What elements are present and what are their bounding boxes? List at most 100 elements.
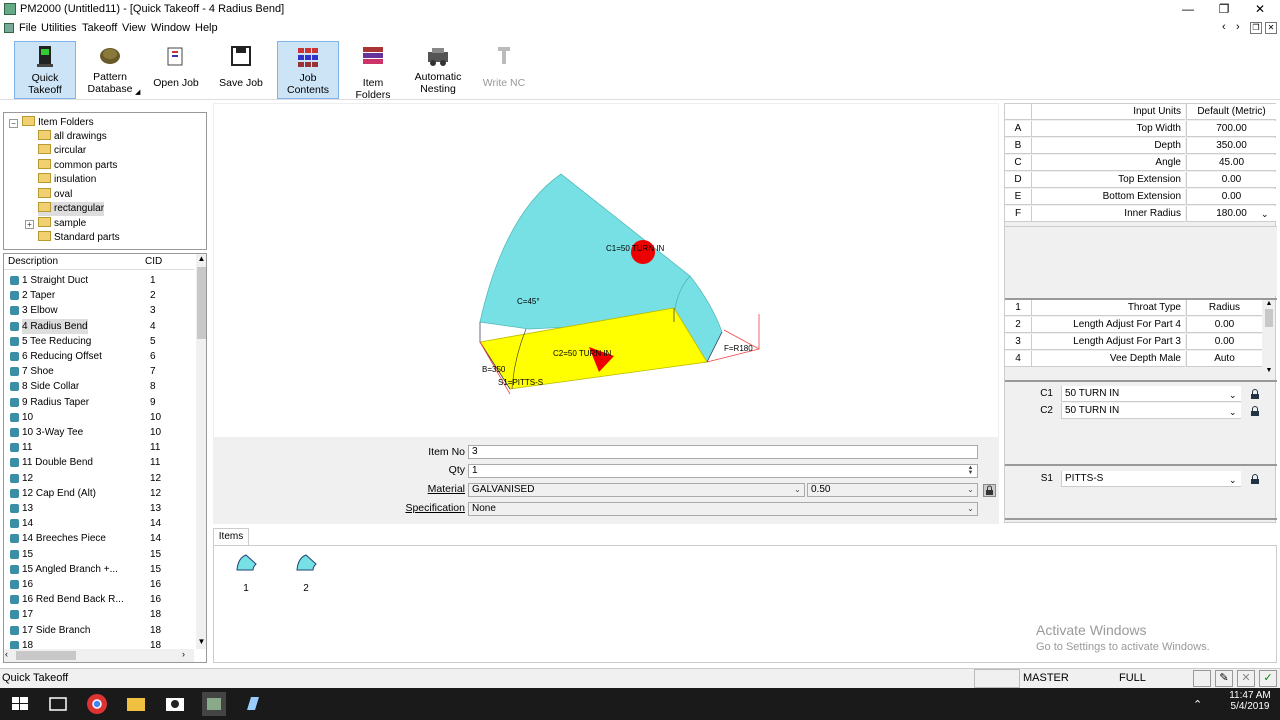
list-item[interactable]: 15 15 xyxy=(4,547,194,562)
gauge-select[interactable]: 0.50 ⌄ xyxy=(807,483,978,497)
camera-app-icon[interactable] xyxy=(163,692,187,716)
drawing-viewport[interactable]: C1=50 TURN IN C=45° C2=50 TURN IN F=R180… xyxy=(213,103,999,438)
list-item[interactable]: 12 12 xyxy=(4,471,194,486)
input-units-value[interactable]: Default (Metric) xyxy=(1186,104,1276,120)
scroll-down-icon[interactable]: ▼ xyxy=(1263,367,1275,374)
material-label[interactable]: Material xyxy=(395,483,465,495)
tree-item-insulation[interactable]: insulation xyxy=(38,173,96,187)
lock-icon[interactable] xyxy=(1249,388,1261,400)
quick-takeoff-button[interactable]: Quick Takeoff xyxy=(14,41,76,99)
property-value[interactable]: Auto xyxy=(1186,351,1262,367)
cancel-icon[interactable]: ✕ xyxy=(1237,670,1255,687)
list-item[interactable]: 11 11 xyxy=(4,440,194,455)
property-value[interactable]: 0.00 xyxy=(1186,172,1276,188)
write-nc-button[interactable]: Write NC xyxy=(476,41,532,99)
item-no-input[interactable]: 3 xyxy=(468,445,978,459)
confirm-check-icon[interactable]: ✓ xyxy=(1259,670,1277,687)
menu-view[interactable]: View xyxy=(122,22,146,34)
list-item[interactable]: 2 Taper 2 xyxy=(4,288,194,303)
list-item[interactable]: 8 Side Collar 8 xyxy=(4,379,194,394)
property-value[interactable]: Radius xyxy=(1186,300,1262,316)
document-icon[interactable] xyxy=(4,23,14,33)
item-thumbnail-1[interactable]: 1 xyxy=(231,552,261,594)
property-select[interactable]: PITTS-S xyxy=(1061,471,1241,487)
list-item[interactable]: 10 10 xyxy=(4,410,194,425)
scrollbar-thumb[interactable] xyxy=(16,651,76,660)
chevron-down-icon[interactable]: ⌄ xyxy=(1229,472,1237,488)
system-tray-chevron-icon[interactable]: ⌃ xyxy=(1193,698,1202,711)
list-item[interactable]: 17 18 xyxy=(4,607,194,622)
scroll-up-icon[interactable]: ▲ xyxy=(196,254,206,266)
app-taskbar-icon[interactable] xyxy=(241,692,265,716)
list-item[interactable]: 6 Reducing Offset 6 xyxy=(4,349,194,364)
chrome-icon[interactable] xyxy=(85,692,109,716)
chevron-down-icon[interactable]: ⌄ xyxy=(965,485,976,495)
scrollbar-thumb[interactable] xyxy=(1265,309,1273,327)
material-select[interactable]: GALVANISED ⌄ xyxy=(468,483,805,497)
list-item[interactable]: 3 Elbow 3 xyxy=(4,303,194,318)
menu-file[interactable]: File xyxy=(19,22,37,34)
task-view-icon[interactable] xyxy=(46,692,70,716)
tree-item-all-drawings[interactable]: all drawings xyxy=(38,130,107,144)
list-item[interactable]: 14 Breeches Piece 14 xyxy=(4,531,194,546)
maximize-button[interactable]: ❐ xyxy=(1206,0,1242,20)
tree-root-item-folders[interactable]: Item Folders xyxy=(22,116,94,130)
list-item[interactable]: 10 3-Way Tee 10 xyxy=(4,425,194,440)
list-item[interactable]: 11 Double Bend 11 xyxy=(4,455,194,470)
pattern-database-button[interactable]: Pattern Database xyxy=(82,41,138,99)
stepper-arrows-icon[interactable]: ▲ ▼ xyxy=(965,465,976,476)
system-clock[interactable]: 11:47 AM 5/4/2019 xyxy=(1226,690,1274,712)
scroll-right-icon[interactable]: › xyxy=(182,649,185,659)
close-button[interactable]: ✕ xyxy=(1242,0,1278,20)
scrollbar-thumb[interactable] xyxy=(197,267,206,339)
chevron-down-icon[interactable]: ⌄ xyxy=(792,485,803,495)
list-item[interactable]: 9 Radius Taper 9 xyxy=(4,395,194,410)
property-value[interactable]: 0.00 xyxy=(1186,334,1262,350)
collapse-toggle-icon[interactable]: − xyxy=(9,119,18,128)
tree-item-oval[interactable]: oval xyxy=(38,188,72,202)
pm2000-taskbar-icon[interactable] xyxy=(202,692,226,716)
mdi-restore-icon[interactable]: ❐ xyxy=(1250,22,1262,34)
specification-select[interactable]: None ⌄ xyxy=(468,502,978,516)
list-item[interactable]: 14 14 xyxy=(4,516,194,531)
scroll-up-icon[interactable]: ▲ xyxy=(1263,300,1275,307)
save-job-button[interactable]: Save Job xyxy=(214,41,268,99)
cid-column-header[interactable]: CID xyxy=(145,256,162,267)
list-item[interactable]: 7 Shoe 7 xyxy=(4,364,194,379)
list-item[interactable]: 5 Tee Reducing 5 xyxy=(4,334,194,349)
item-folders-button[interactable]: Item Folders xyxy=(344,41,402,101)
windows-start-icon[interactable] xyxy=(8,692,32,716)
vertical-scrollbar[interactable]: ▲ ▼ xyxy=(196,254,206,649)
list-item[interactable]: 17 Side Branch 18 xyxy=(4,623,194,638)
property-value[interactable]: 0.00 xyxy=(1186,189,1276,205)
chevron-left-icon[interactable]: ‹ xyxy=(1222,21,1226,33)
mdi-close-icon[interactable]: ✕ xyxy=(1265,22,1277,34)
lock-icon[interactable] xyxy=(1249,473,1261,485)
dropdown-arrow-icon[interactable]: ◢ xyxy=(135,88,140,96)
list-item[interactable]: 4 Radius Bend 4 xyxy=(4,318,194,334)
property-select[interactable]: 50 TURN IN xyxy=(1061,403,1241,419)
list-item[interactable]: 15 Angled Branch +... 15 xyxy=(4,562,194,577)
tree-item-standard-parts[interactable]: Standard parts xyxy=(38,231,120,245)
item-thumbnail-2[interactable]: 2 xyxy=(291,552,321,594)
list-item[interactable]: 16 Red Bend Back R... 16 xyxy=(4,592,194,607)
property-value[interactable]: 350.00 xyxy=(1186,138,1276,154)
tab-items[interactable]: Items xyxy=(213,528,249,545)
edit-pen-icon[interactable]: ✎ xyxy=(1215,670,1233,687)
tree-item-common-parts[interactable]: common parts xyxy=(38,159,117,173)
tree-item-circular[interactable]: circular xyxy=(38,144,86,158)
chevron-down-icon[interactable]: ⌄ xyxy=(1229,387,1237,403)
specification-label[interactable]: Specification xyxy=(395,502,465,514)
chevron-right-icon[interactable]: › xyxy=(1236,21,1240,33)
property-value[interactable]: 700.00 xyxy=(1186,121,1276,137)
chevron-down-icon[interactable]: ⌄ xyxy=(1261,206,1269,222)
menu-help[interactable]: Help xyxy=(195,22,218,34)
tree-item-sample[interactable]: sample xyxy=(38,217,86,231)
open-job-button[interactable]: Open Job xyxy=(150,41,202,99)
lock-icon[interactable] xyxy=(983,484,996,497)
chevron-down-icon[interactable]: ⌄ xyxy=(1229,404,1237,420)
automatic-nesting-button[interactable]: Automatic Nesting xyxy=(410,41,466,99)
list-item[interactable]: 12 Cap End (Alt) 12 xyxy=(4,486,194,501)
file-explorer-icon[interactable] xyxy=(124,692,148,716)
property-value[interactable]: 45.00 xyxy=(1186,155,1276,171)
